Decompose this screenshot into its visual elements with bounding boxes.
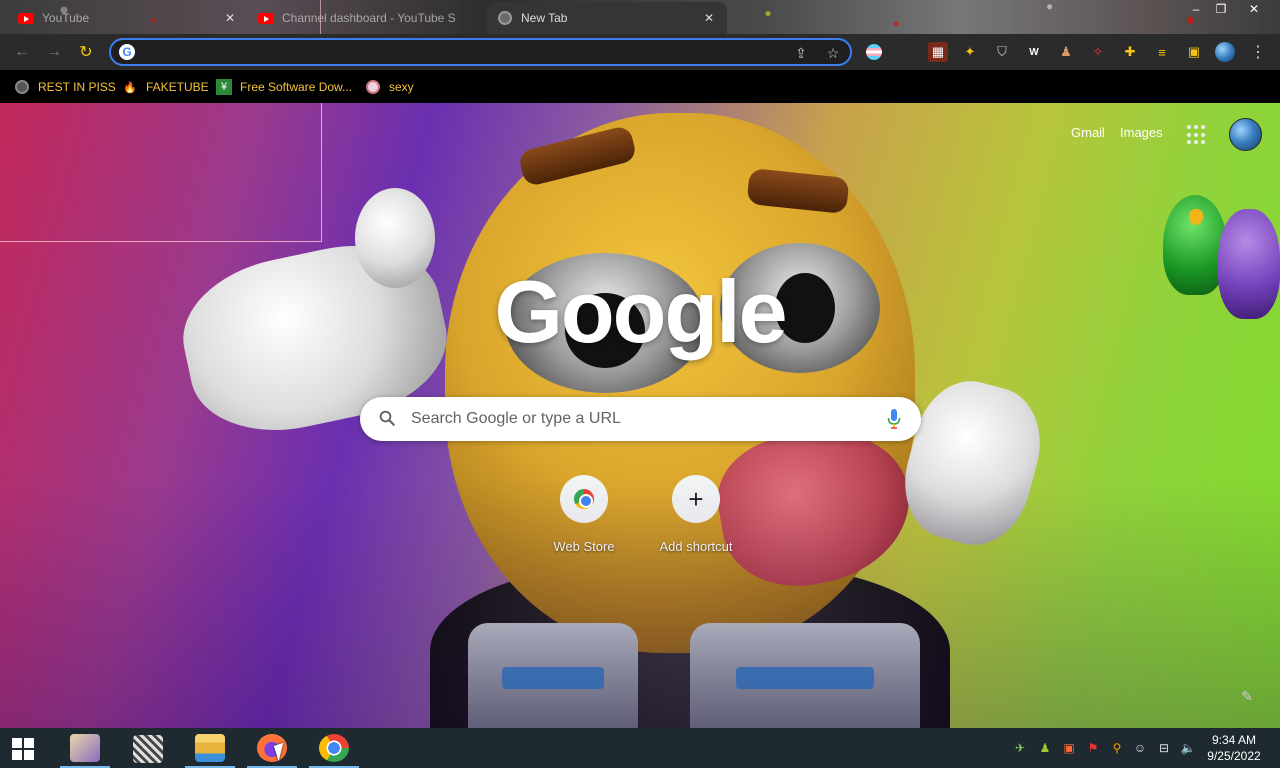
taskbar-app-robot[interactable] xyxy=(123,730,173,768)
bookmark-rest-in-piss[interactable]: REST IN PISS xyxy=(14,76,116,98)
windows-start-icon[interactable] xyxy=(12,738,34,760)
google-icon: G xyxy=(119,44,135,60)
shortcut-label: Web Store xyxy=(553,539,615,554)
tab-title: Channel dashboard - YouTube S xyxy=(282,11,456,25)
media-list-icon[interactable]: ≡ xyxy=(1152,42,1172,62)
pixel-extension-icon[interactable]: ▦ xyxy=(928,42,948,62)
restore-button[interactable]: ❐ xyxy=(1207,0,1235,18)
download-icon: ¥ xyxy=(216,79,232,95)
globe-icon xyxy=(14,79,30,95)
robot-app-icon xyxy=(133,735,163,763)
menu-button[interactable]: ⋮ xyxy=(1248,42,1268,62)
figure-extension-icon[interactable]: ♟ xyxy=(1056,42,1076,62)
microphone-icon[interactable] xyxy=(887,409,901,429)
chrome-icon xyxy=(319,734,349,762)
tab-new-tab[interactable]: New Tab ✕ xyxy=(487,2,727,34)
tab-youtube[interactable]: YouTube ✕ xyxy=(8,2,248,34)
search-box[interactable] xyxy=(360,397,921,441)
gmail-link[interactable]: Gmail xyxy=(1071,125,1105,140)
profile-avatar[interactable] xyxy=(1215,42,1235,62)
globe-icon xyxy=(497,10,513,26)
clock-time: 9:34 AM xyxy=(1211,733,1257,747)
ublock-icon[interactable]: ⛉ xyxy=(992,42,1012,62)
taskbar-app-chrome[interactable] xyxy=(309,730,359,768)
folder-icon xyxy=(195,734,225,762)
taskbar-app-wizard[interactable] xyxy=(60,730,110,768)
puzzle-icon[interactable]: ✚ xyxy=(1120,42,1140,62)
google-logo: Google xyxy=(494,262,787,361)
share-icon[interactable]: ⇪ xyxy=(791,43,811,63)
images-link[interactable]: Images xyxy=(1120,125,1163,140)
close-window-button[interactable]: ✕ xyxy=(1240,0,1268,18)
wizard-app-icon xyxy=(70,734,100,762)
account-avatar[interactable] xyxy=(1229,118,1262,151)
tray-bird-icon[interactable]: ✈ xyxy=(1011,740,1029,756)
network-icon[interactable]: ⊟ xyxy=(1155,740,1173,756)
browser-toolbar: ← → ↻ G ⇪ ☆ ▦ ✦ ⛉ W ♟ ✧ ✚ ≡ ▣ ⋮ xyxy=(0,34,1280,70)
taskbar: ✈ ♟ ▣ ⚑ ⚲ ☺ ⊟ 🔈 9:34 AM 9/25/2022 xyxy=(0,728,1280,768)
search-icon xyxy=(379,410,395,426)
red-extension-icon[interactable]: ✧ xyxy=(1088,42,1108,62)
wb-extension-icon[interactable]: W xyxy=(1024,42,1044,62)
minimize-button[interactable]: ‒ xyxy=(1182,0,1210,18)
tray-search-icon[interactable]: ⚲ xyxy=(1108,740,1126,756)
fire-icon: 🔥 xyxy=(123,81,137,94)
tab-channel-dashboard[interactable]: Channel dashboard - YouTube S xyxy=(248,2,484,34)
tray-flag-icon[interactable]: ⚑ xyxy=(1084,740,1102,756)
new-tab-page: Gmail Images Google Web Store + Add shor… xyxy=(0,103,1280,728)
youtube-icon xyxy=(18,10,34,26)
bookmark-free-software[interactable]: ¥ Free Software Dow... xyxy=(216,76,352,98)
volume-icon[interactable]: 🔈 xyxy=(1179,740,1197,756)
star-icon[interactable]: ☆ xyxy=(823,43,843,63)
web-store-icon xyxy=(560,475,608,523)
bookmarks-bar: REST IN PISS 🔥 FAKETUBE ¥ Free Software … xyxy=(0,70,1280,103)
back-button[interactable]: ← xyxy=(10,40,34,64)
tab-strip: YouTube ✕ Channel dashboard - YouTube S … xyxy=(0,0,1280,34)
shortcut-label: Add shortcut xyxy=(659,539,733,554)
reload-button[interactable]: ↻ xyxy=(74,40,98,64)
side-panel-icon[interactable]: ▣ xyxy=(1184,42,1204,62)
pencil-icon[interactable]: ✎ xyxy=(1237,686,1257,706)
plus-icon: + xyxy=(672,475,720,523)
address-bar[interactable]: G ⇪ ☆ xyxy=(109,38,852,66)
taskbar-app-file-explorer[interactable] xyxy=(185,730,235,768)
bookmark-label: Free Software Dow... xyxy=(240,80,353,94)
close-icon[interactable]: ✕ xyxy=(701,11,717,25)
search-input[interactable] xyxy=(411,408,871,430)
bookmark-label: REST IN PISS xyxy=(38,80,116,94)
background-shoe xyxy=(468,623,638,728)
background-hand xyxy=(891,369,1054,557)
tray-app-icon[interactable]: ▣ xyxy=(1060,740,1078,756)
bookmark-label: sexy xyxy=(389,80,414,94)
tab-title: New Tab xyxy=(521,11,568,25)
apps-grid-icon[interactable] xyxy=(1187,125,1207,145)
background-shoe xyxy=(690,623,920,728)
clock-date: 9/25/2022 xyxy=(1207,749,1261,763)
address-input[interactable] xyxy=(141,42,781,62)
tab-title: YouTube xyxy=(42,11,90,25)
taskbar-clock[interactable]: 9:34 AM 9/25/2022 xyxy=(1200,732,1268,764)
tray-face-icon[interactable]: ☺ xyxy=(1131,740,1149,756)
forward-button[interactable]: → xyxy=(42,40,66,64)
close-icon[interactable]: ✕ xyxy=(222,11,238,25)
bookmark-label: FAKETUBE xyxy=(146,80,209,94)
youtube-icon xyxy=(258,10,274,26)
bookmark-faketube[interactable]: 🔥 FAKETUBE xyxy=(122,76,209,98)
heart-icon xyxy=(365,79,381,95)
trans-flag-icon[interactable] xyxy=(864,42,884,62)
tray-figure-icon[interactable]: ♟ xyxy=(1036,740,1054,756)
taskbar-app-firefox[interactable] xyxy=(247,730,297,768)
shortcut-web-store[interactable]: Web Store xyxy=(528,475,640,554)
bookmark-sexy[interactable]: sexy xyxy=(365,76,414,98)
runner-extension-icon[interactable]: ✦ xyxy=(960,42,980,62)
shortcut-add[interactable]: + Add shortcut xyxy=(640,475,752,554)
